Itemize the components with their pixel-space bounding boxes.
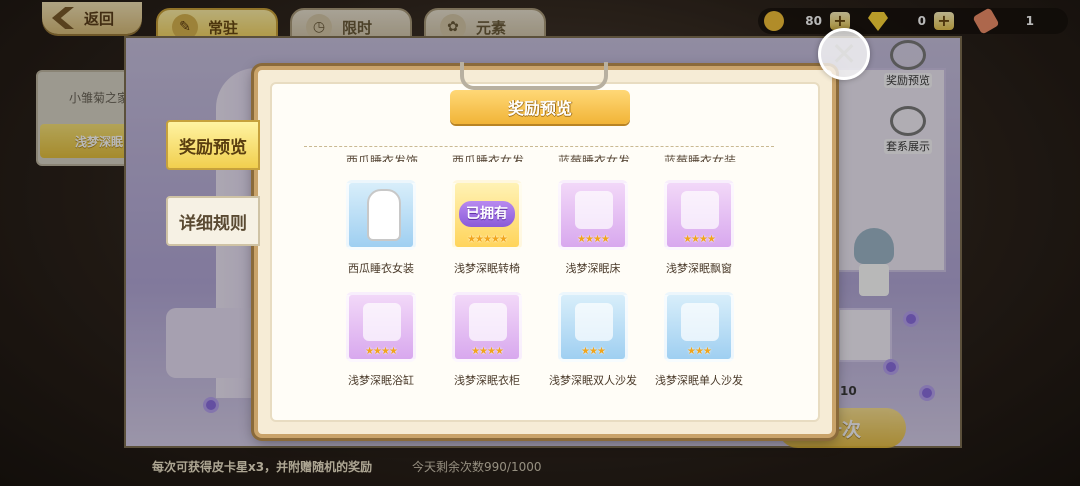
wardrobe-icon <box>469 303 507 341</box>
window-seat-icon <box>681 191 719 229</box>
star-rating: ★★★★ <box>683 234 716 245</box>
reward-tile <box>346 180 416 250</box>
reward-name: 西瓜睡衣女装 <box>348 262 414 275</box>
reward-item[interactable]: ★★★★ 浅梦深眠衣柜 <box>432 292 542 388</box>
star-rating: ★★★ <box>687 346 712 357</box>
reward-name-cut: 蓝莓睡衣女装 <box>663 154 736 162</box>
armchair-icon <box>681 303 719 341</box>
reward-tile: ★★★ <box>558 292 628 362</box>
reward-name: 浅梦深眠浴缸 <box>348 374 414 387</box>
side-tab-reward-preview[interactable]: 奖励预览 <box>166 120 260 170</box>
reward-name: 浅梦深眠单人沙发 <box>655 374 743 387</box>
outfit-icon <box>367 189 401 241</box>
owned-badge: 已拥有 <box>459 201 515 227</box>
reward-item[interactable]: ★★★★ 浅梦深眠床 <box>538 180 648 276</box>
star-rating: ★★★ <box>581 346 606 357</box>
divider <box>304 146 774 147</box>
reward-tile: 已拥有 ★★★★★ <box>452 180 522 250</box>
side-tab-detailed-rules[interactable]: 详细规则 <box>166 196 260 246</box>
modal-handle <box>460 62 608 90</box>
reward-name: 浅梦深眠床 <box>565 262 621 275</box>
reward-tile: ★★★★ <box>558 180 628 250</box>
reward-name-cut: 西瓜睡衣发饰 <box>345 154 418 162</box>
reward-name: 浅梦深眠衣柜 <box>454 374 520 387</box>
bed-icon <box>575 191 613 229</box>
reward-name: 浅梦深眠转椅 <box>454 262 520 275</box>
reward-item[interactable]: 西瓜睡衣女装 <box>326 180 436 276</box>
reward-tile: ★★★★ <box>664 180 734 250</box>
star-rating: ★★★★ <box>365 346 398 357</box>
reward-name-cut: 蓝莓睡衣女发 <box>557 154 630 162</box>
reward-item[interactable]: ★★★★ 浅梦深眠飘窗 <box>644 180 754 276</box>
reward-tile: ★★★★ <box>452 292 522 362</box>
close-icon[interactable]: ✕ <box>818 28 870 80</box>
star-rating: ★★★★ <box>577 234 610 245</box>
reward-item[interactable]: ★★★ 浅梦深眠单人沙发 <box>644 292 754 388</box>
reward-item[interactable]: 已拥有 ★★★★★ 浅梦深眠转椅 <box>432 180 542 276</box>
reward-tile: ★★★★ <box>346 292 416 362</box>
sofa-icon <box>575 303 613 341</box>
reward-item[interactable]: ★★★★ 浅梦深眠浴缸 <box>326 292 436 388</box>
reward-item[interactable]: ★★★ 浅梦深眠双人沙发 <box>538 292 648 388</box>
reward-name-cut: 西瓜睡衣女发 <box>451 154 524 162</box>
reward-name: 浅梦深眠双人沙发 <box>549 374 637 387</box>
star-rating: ★★★★★ <box>467 234 508 245</box>
star-rating: ★★★★ <box>471 346 504 357</box>
modal-title: 奖励预览 <box>450 90 630 124</box>
bathtub-icon <box>363 303 401 341</box>
reward-name: 浅梦深眠飘窗 <box>666 262 732 275</box>
reward-tile: ★★★ <box>664 292 734 362</box>
